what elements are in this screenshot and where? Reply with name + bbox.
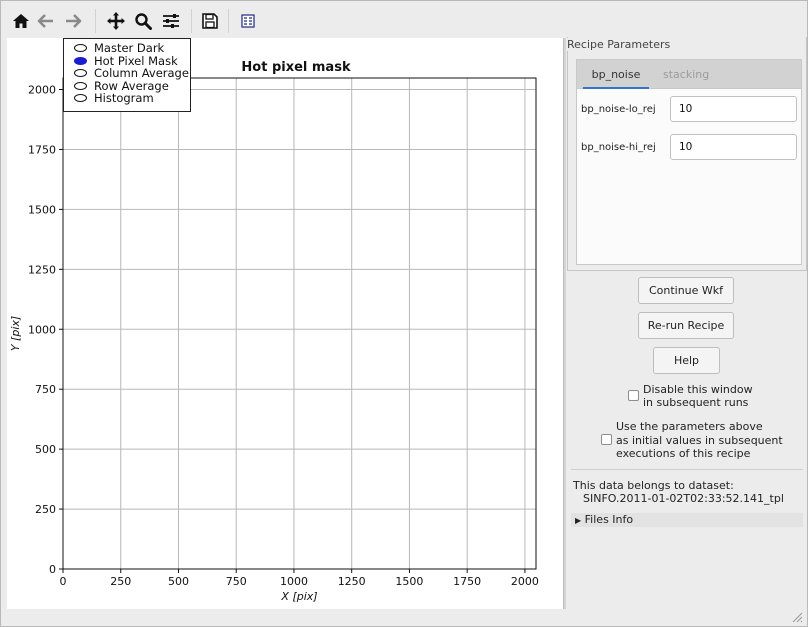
toolbar-separator — [95, 9, 96, 33]
help-button[interactable]: Help — [653, 347, 720, 374]
status-bar — [1, 609, 807, 626]
dataset-label: This data belongs to dataset: — [573, 479, 734, 492]
x-tick-label: 250 — [110, 575, 131, 588]
panel-splitter[interactable] — [563, 38, 566, 610]
param-input-lo-rej[interactable] — [670, 96, 797, 122]
legend-radio[interactable] — [74, 44, 87, 53]
plot-legend: Master Dark Hot Pixel Mask Column Average R… — [63, 38, 191, 112]
recipe-window: 0 250 500 750 1000 1250 1500 1750 2000 0 250 500 750… — [0, 0, 808, 627]
y-tick-label: 1000 — [28, 323, 56, 336]
x-axis-label: X [pix] — [280, 590, 317, 603]
rerun-recipe-button[interactable]: Re-run Recipe — [638, 312, 734, 339]
y-tick-label: 0 — [49, 563, 56, 576]
use-parameters-label: Use the parameters above — [616, 420, 763, 433]
legend-radio[interactable] — [74, 94, 87, 103]
plot-frame — [62, 77, 537, 570]
x-tick-label: 0 — [60, 575, 67, 588]
disable-window-checkbox[interactable] — [628, 390, 639, 401]
legend-item[interactable]: Hot Pixel Mask — [74, 54, 190, 68]
continue-workflow-button[interactable]: Continue Wkf — [638, 277, 734, 304]
x-tick-label: 1750 — [453, 575, 481, 588]
legend-label: Histogram — [94, 91, 154, 106]
use-parameters-label-3: executions of this recipe — [616, 447, 751, 460]
y-tick-label: 750 — [35, 383, 56, 396]
recipe-side-panel: Recipe Parameters bp_noise stacking bp_n… — [567, 37, 807, 609]
recipe-parameters-group: Recipe Parameters bp_noise stacking bp_n… — [567, 37, 807, 271]
chart-title: Hot pixel mask — [241, 60, 351, 75]
tab-bp-noise[interactable]: bp_noise — [583, 68, 649, 81]
files-info-expander[interactable]: ▶ Files Info — [571, 513, 803, 527]
forward-arrow-icon[interactable] — [61, 9, 85, 33]
divider — [571, 469, 803, 470]
legend-item[interactable]: Column Average — [74, 66, 190, 80]
parameter-tabbar: bp_noise stacking — [576, 59, 802, 90]
x-tick-label: 500 — [168, 575, 189, 588]
y-axis-label: Y [pix] — [9, 316, 22, 351]
param-input-hi-rej[interactable] — [670, 134, 797, 160]
save-icon[interactable] — [198, 9, 222, 33]
y-tick-label: 1750 — [28, 143, 56, 156]
plot-canvas[interactable]: 0 250 500 750 1000 1250 1500 1750 2000 0 250 500 750… — [7, 38, 563, 609]
x-tick-label: 1250 — [338, 575, 366, 588]
back-arrow-icon[interactable] — [34, 9, 58, 33]
param-label-lo-rej: bp_noise-lo_rej — [581, 104, 656, 115]
use-parameters-label-2: as initial values in subsequent — [616, 434, 783, 447]
x-tick-label: 750 — [226, 575, 247, 588]
legend-radio[interactable] — [74, 69, 87, 78]
disable-window-label: Disable this window — [643, 383, 753, 396]
y-tick-label: 250 — [35, 503, 56, 516]
y-tick-label: 500 — [35, 443, 56, 456]
toolbar-separator — [191, 9, 192, 33]
y-tick-label: 2000 — [28, 84, 56, 97]
zoom-icon[interactable] — [131, 9, 155, 33]
files-info-label: Files Info — [584, 513, 634, 526]
disable-window-label-2: in subsequent runs — [643, 396, 749, 409]
x-tick-label: 2000 — [511, 575, 539, 588]
plot-toolbar — [7, 7, 567, 35]
y-tick-label: 1250 — [28, 263, 56, 276]
edit-axis-icon[interactable] — [236, 9, 260, 33]
expand-triangle-icon: ▶ — [575, 516, 582, 525]
hot-pixel-mask-chart: 0 250 500 750 1000 1250 1500 1750 2000 0 250 500 750… — [9, 60, 539, 603]
resize-grip-icon[interactable] — [791, 611, 803, 623]
x-tick-label: 1500 — [395, 575, 423, 588]
configure-subplots-icon[interactable] — [159, 9, 183, 33]
home-icon[interactable] — [9, 9, 33, 33]
legend-item[interactable]: Master Dark — [74, 41, 190, 55]
legend-item[interactable]: Row Average — [74, 79, 190, 93]
pan-icon[interactable] — [104, 9, 128, 33]
param-label-hi-rej: bp_noise-hi_rej — [581, 142, 656, 153]
legend-item[interactable]: Histogram — [74, 91, 190, 106]
group-title: Recipe Parameters — [567, 38, 674, 51]
toolbar-separator — [228, 9, 229, 33]
use-parameters-checkbox[interactable] — [601, 434, 612, 445]
tab-stacking[interactable]: stacking — [663, 68, 709, 81]
parameter-tab-body: bp_noise-lo_rej bp_noise-hi_rej — [576, 89, 802, 265]
x-tick-label: 1000 — [280, 575, 308, 588]
legend-radio[interactable] — [74, 81, 87, 90]
legend-radio[interactable] — [74, 56, 87, 65]
y-tick-label: 1500 — [28, 203, 56, 216]
dataset-name: SINFO.2011-01-02T02:33:52.141_tpl — [583, 492, 784, 505]
